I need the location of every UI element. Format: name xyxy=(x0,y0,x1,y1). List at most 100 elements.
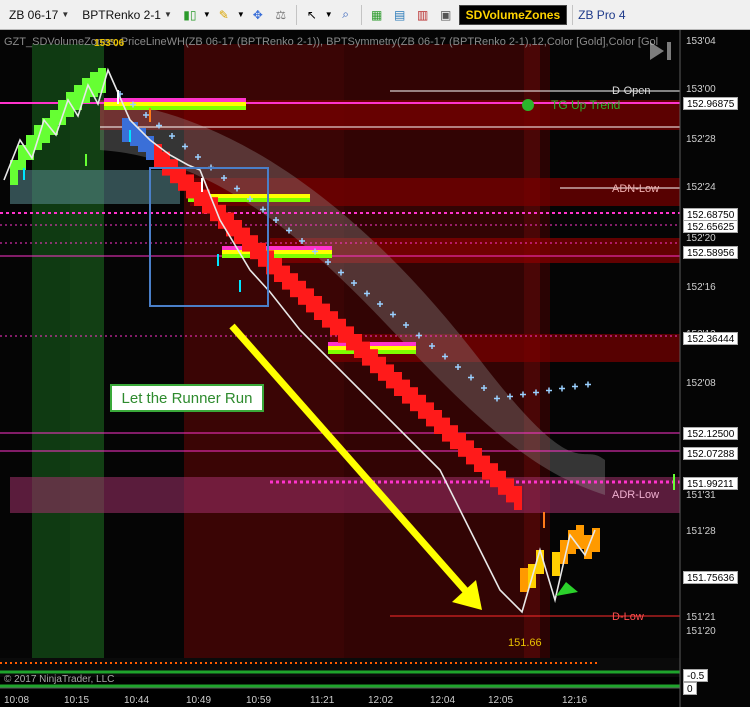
instrument-label: ZB 06-17 xyxy=(9,7,59,22)
down-brick xyxy=(450,425,458,450)
price-tag: 151.99211 xyxy=(683,477,738,490)
time-tick: 12:16 xyxy=(562,695,588,706)
down-brick xyxy=(394,372,402,396)
trend-dot-icon xyxy=(522,99,534,111)
down-brick xyxy=(178,166,186,191)
axis-tick: 151'28 xyxy=(686,526,716,537)
down-brick xyxy=(482,455,490,480)
time-tick: 12:04 xyxy=(430,695,456,706)
down-brick xyxy=(314,296,322,320)
down-brick xyxy=(418,394,426,419)
cursor-icon[interactable]: ↖ xyxy=(302,5,322,25)
copyright-text: © 2017 NinjaTrader, LLC xyxy=(4,674,115,685)
down-brick xyxy=(322,303,330,328)
down-brick xyxy=(258,242,266,267)
chevron-down-icon[interactable]: ▼ xyxy=(325,10,333,19)
down-brick xyxy=(402,379,410,404)
time-tick: 10:08 xyxy=(4,695,30,706)
time-tick: 10:59 xyxy=(246,695,272,706)
axis-tick: 151'20 xyxy=(686,626,716,637)
trend-label: TG Up Trend xyxy=(551,98,621,112)
low-price-label: 151.66 xyxy=(508,637,542,649)
chart-style-icon[interactable]: ▮▯ xyxy=(180,5,200,25)
strategies-icon[interactable]: ▥ xyxy=(413,5,433,25)
adn-low-label: ADN-Low xyxy=(612,183,660,195)
chevron-down-icon[interactable]: ▼ xyxy=(203,10,211,19)
scale-icon[interactable]: ⚖ xyxy=(271,5,291,25)
bar-type-selector[interactable]: BPTRenko 2-1 ▼ xyxy=(77,4,177,26)
axis-tick: 152'08 xyxy=(686,378,716,389)
down-brick xyxy=(458,432,466,457)
time-tick: 12:05 xyxy=(488,695,514,706)
axis-tick: 151'21 xyxy=(686,612,716,623)
down-brick xyxy=(338,318,346,343)
price-tag: 152.96875 xyxy=(683,97,739,110)
down-brick xyxy=(298,280,306,305)
chevron-down-icon: ▼ xyxy=(61,10,70,19)
down-brick xyxy=(378,356,386,381)
price-tag: -0.5 xyxy=(683,669,709,682)
down-brick xyxy=(210,197,218,222)
adr-low-label: ADR-Low xyxy=(612,489,660,501)
price-tag: 0 xyxy=(683,682,697,695)
magnifier-icon[interactable]: ⌕ xyxy=(336,5,356,25)
down-brick xyxy=(354,334,362,358)
axis-tick: 153'00 xyxy=(686,84,716,95)
toolbar-divider xyxy=(572,4,574,25)
bar-type-label: BPTRenko 2-1 xyxy=(82,7,161,22)
down-brick xyxy=(170,159,178,184)
time-tick: 11:21 xyxy=(310,695,335,706)
renko-chart[interactable]: GZT_SDVolumeZones, PriceLineWH(ZB 06-17 … xyxy=(0,30,750,707)
axis-tick: 152'28 xyxy=(686,134,716,145)
price-tag: 152.07288 xyxy=(683,447,739,460)
chart-canvas xyxy=(0,30,750,707)
properties-icon[interactable]: ▣ xyxy=(436,5,456,25)
down-brick xyxy=(370,349,378,374)
down-brick xyxy=(306,288,314,313)
down-brick xyxy=(162,151,170,176)
down-brick xyxy=(490,463,498,488)
down-brick xyxy=(466,440,474,465)
down-brick xyxy=(506,478,514,503)
crosshair-icon[interactable]: ✥ xyxy=(248,5,268,25)
down-brick xyxy=(250,235,258,260)
axis-tick: 152'24 xyxy=(686,182,716,193)
price-tag: 151.75636 xyxy=(683,571,739,584)
price-tag: 152.58956 xyxy=(683,246,739,259)
instrument-selector[interactable]: ZB 06-17 ▼ xyxy=(4,4,74,26)
down-brick xyxy=(498,470,506,495)
down-brick xyxy=(474,448,482,472)
toolbar-divider xyxy=(360,4,362,25)
down-brick xyxy=(330,311,338,336)
chart-toolbar: ZB 06-17 ▼ BPTRenko 2-1 ▼ ▮▯ ▼ ✎ ▼ ✥ ⚖ ↖… xyxy=(0,0,750,30)
down-brick xyxy=(514,486,522,510)
toolbar-divider xyxy=(295,4,297,25)
data-box-icon[interactable]: ▦ xyxy=(367,5,387,25)
time-tick: 10:44 xyxy=(124,695,150,706)
play-pause-icon[interactable] xyxy=(648,40,674,62)
runner-callout: Let the Runner Run xyxy=(110,384,264,412)
down-brick xyxy=(362,341,370,366)
time-tick: 12:02 xyxy=(368,695,394,706)
price-tag: 152.36444 xyxy=(683,332,739,345)
down-brick xyxy=(346,326,354,351)
indicators-icon[interactable]: ▤ xyxy=(390,5,410,25)
price-tag: 152.12500 xyxy=(683,427,739,440)
down-brick xyxy=(410,387,418,412)
down-brick xyxy=(290,273,298,298)
axis-tick: 152'20 xyxy=(686,233,716,244)
time-tick: 10:49 xyxy=(186,695,212,706)
sdvolumezones-button[interactable]: SDVolumeZones xyxy=(458,4,568,25)
d-low-label: D-Low xyxy=(612,611,644,623)
chevron-down-icon[interactable]: ▼ xyxy=(237,10,245,19)
pencil-icon[interactable]: ✎ xyxy=(214,5,234,25)
d-open-label: D-Open xyxy=(612,85,651,97)
down-brick xyxy=(386,364,394,389)
workspace-label: ZB Pro 4 xyxy=(578,7,626,22)
axis-tick: 152'16 xyxy=(686,282,716,293)
down-brick xyxy=(186,174,194,199)
down-brick xyxy=(426,402,434,427)
down-brick xyxy=(282,265,290,290)
down-brick xyxy=(234,220,242,244)
price-tag: 152.65625 xyxy=(683,220,739,233)
